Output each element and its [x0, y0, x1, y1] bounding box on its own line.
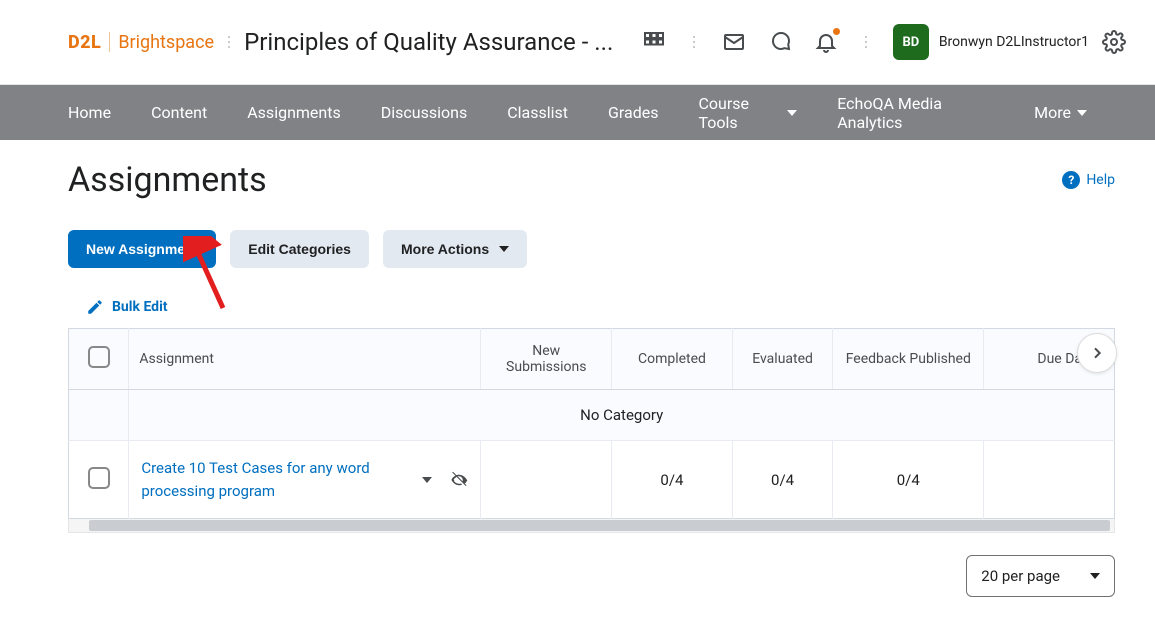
page-title: Assignments [68, 160, 267, 200]
cell-evaluated[interactable]: 0/4 [732, 441, 833, 519]
chevron-down-icon [499, 246, 509, 252]
per-page-select[interactable]: 20 per page [966, 555, 1115, 597]
cell-new-submissions [481, 441, 612, 519]
horizontal-scrollbar[interactable] [68, 519, 1115, 533]
hidden-icon[interactable] [450, 471, 468, 489]
row-actions-dropdown[interactable] [422, 477, 432, 483]
course-nav: Home Content Assignments Discussions Cla… [0, 85, 1155, 140]
nav-discussions[interactable]: Discussions [381, 103, 467, 122]
help-link[interactable]: ? Help [1062, 171, 1115, 189]
col-evaluated[interactable]: Evaluated [732, 329, 833, 390]
brand-brightspace: Brightspace [118, 32, 214, 53]
col-new-submissions[interactable]: New Submissions [481, 329, 612, 390]
col-assignment[interactable]: Assignment [129, 329, 481, 390]
table-row: Create 10 Test Cases for any word proces… [69, 441, 1115, 519]
category-row: No Category [69, 390, 1115, 441]
avatar: BD [893, 24, 929, 60]
nav-home[interactable]: Home [68, 103, 111, 122]
cell-feedback[interactable]: 0/4 [833, 441, 984, 519]
scroll-right-button[interactable] [1077, 333, 1117, 373]
toolbar: New Assignment Edit Categories More Acti… [68, 230, 1115, 268]
assignments-table: Assignment New Submissions Completed Eva… [68, 328, 1115, 519]
row-checkbox[interactable] [88, 467, 110, 489]
nav-grades[interactable]: Grades [608, 103, 658, 122]
assignment-link[interactable]: Create 10 Test Cases for any word proces… [141, 457, 381, 502]
help-icon: ? [1062, 171, 1080, 189]
divider-dots [693, 36, 695, 48]
chevron-down-icon [787, 110, 797, 116]
messages-icon[interactable] [713, 21, 755, 63]
help-label: Help [1086, 172, 1115, 188]
header-icons: BD Bronwyn D2LInstructor1 [633, 21, 1135, 63]
top-header: D2L Brightspace Principles of Quality As… [0, 0, 1155, 85]
course-title-text: Principles of Quality Assurance - ... [244, 28, 613, 56]
col-feedback[interactable]: Feedback Published [833, 329, 984, 390]
notifications-icon[interactable] [805, 21, 847, 63]
cell-completed[interactable]: 0/4 [612, 441, 733, 519]
new-assignment-button[interactable]: New Assignment [68, 230, 216, 268]
chevron-down-icon [1090, 573, 1100, 579]
divider-dots [228, 36, 230, 48]
chevron-down-icon [1077, 110, 1087, 116]
nav-content[interactable]: Content [151, 103, 207, 122]
more-actions-button[interactable]: More Actions [383, 230, 527, 268]
course-title[interactable]: Principles of Quality Assurance - ... [244, 28, 613, 56]
edit-categories-button[interactable]: Edit Categories [230, 230, 369, 268]
settings-icon[interactable] [1093, 21, 1135, 63]
bulk-edit-link[interactable]: Bulk Edit [86, 298, 1115, 316]
nav-classlist[interactable]: Classlist [507, 103, 568, 122]
user-menu[interactable]: BD Bronwyn D2LInstructor1 [893, 24, 1089, 60]
nav-echoqa[interactable]: EchoQA Media Analytics [837, 94, 994, 132]
divider-dots [865, 36, 867, 48]
apps-icon[interactable] [633, 21, 675, 63]
notification-badge [832, 27, 841, 36]
brand-separator [109, 32, 110, 52]
page-content: Assignments ? Help New Assignment Edit C… [0, 140, 1155, 627]
col-select [69, 329, 129, 390]
category-label: No Category [129, 390, 1115, 441]
nav-course-tools[interactable]: Course Tools [699, 94, 798, 132]
cell-due-date [984, 441, 1115, 519]
brand[interactable]: D2L Brightspace [68, 32, 214, 53]
nav-assignments[interactable]: Assignments [247, 103, 341, 122]
nav-more[interactable]: More [1034, 103, 1087, 122]
subscriptions-icon[interactable] [759, 21, 801, 63]
col-completed[interactable]: Completed [612, 329, 733, 390]
select-all-checkbox[interactable] [88, 346, 110, 368]
brand-d2l: D2L [68, 32, 101, 53]
username: Bronwyn D2LInstructor1 [939, 34, 1089, 50]
edit-icon [86, 298, 104, 316]
